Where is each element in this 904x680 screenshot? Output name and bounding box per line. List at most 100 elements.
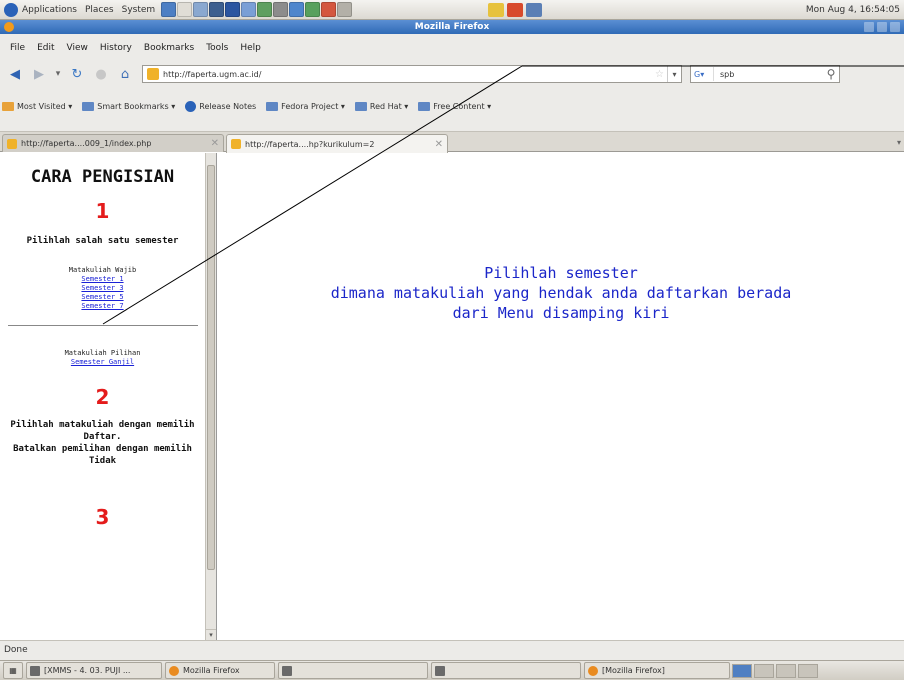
launcher-icon[interactable] <box>193 2 209 17</box>
back-button[interactable]: ◀ <box>6 65 24 83</box>
url-input[interactable]: http://faperta.ugm.ac.id/ <box>163 70 652 79</box>
tab-kurikulum[interactable]: http://faperta....hp?kurikulum=2 ✕ <box>226 134 448 153</box>
taskbar-item-firefox-2[interactable]: [Mozilla Firefox] <box>584 662 730 679</box>
launcher-icon[interactable] <box>273 2 289 17</box>
panel-clock[interactable]: Mon Aug 4, 16:54:05 <box>806 5 904 15</box>
folder-icon <box>2 102 14 111</box>
workspace-switcher-2[interactable] <box>754 663 774 678</box>
search-engine-icon[interactable]: G▾ <box>694 67 714 81</box>
firefox-icon <box>588 665 598 676</box>
bookmark-red-hat[interactable]: Red Hat ▾ <box>354 102 408 111</box>
bookmark-star-icon[interactable]: ☆ <box>652 69 667 80</box>
launcher-icon[interactable] <box>177 2 193 17</box>
launcher-icon[interactable] <box>321 2 337 17</box>
menu-view[interactable]: View <box>61 43 94 53</box>
navigation-toolbar: ◀ ▶ ▾ ↻ ● ⌂ http://faperta.ugm.ac.id/ ☆ … <box>0 62 904 86</box>
bookmark-most-visited[interactable]: Most Visited ▾ <box>2 102 72 111</box>
tab-close-icon[interactable]: ✕ <box>211 138 219 149</box>
scroll-down-icon[interactable]: ▾ <box>206 629 216 640</box>
window-icon <box>435 665 445 676</box>
history-dropdown-icon[interactable]: ▾ <box>54 65 62 83</box>
search-icon[interactable]: ⚲ <box>823 67 839 81</box>
launcher-icon[interactable] <box>305 2 321 17</box>
update-icon[interactable] <box>507 2 524 17</box>
main-message: Pilihlah semester dimana matakuliah yang… <box>218 263 904 323</box>
folder-icon <box>266 102 279 111</box>
site-favicon-icon <box>147 68 159 80</box>
taskbar-item-xmms[interactable]: [XMMS - 4. 03. PUJI ... <box>26 662 162 679</box>
pilihan-label: Matakuliah Pilihan <box>64 349 141 357</box>
url-bar[interactable]: http://faperta.ugm.ac.id/ ☆ ▾ <box>142 65 682 83</box>
launcher-icon[interactable] <box>257 2 273 17</box>
forward-button[interactable]: ▶ <box>30 65 48 83</box>
launcher-icon[interactable] <box>209 2 225 17</box>
maximize-icon[interactable] <box>877 22 887 32</box>
bookmark-fedora-project[interactable]: Fedora Project ▾ <box>266 102 345 111</box>
wajib-label: Matakuliah Wajib <box>68 266 137 274</box>
launcher-icon[interactable] <box>161 2 177 17</box>
search-bar[interactable]: G▾ spb ⚲ <box>690 65 840 83</box>
bookmark-smart-bookmarks[interactable]: Smart Bookmarks ▾ <box>82 102 175 111</box>
semester-ganjil-link[interactable]: Semester Ganjil <box>0 358 205 367</box>
bookmark-label: Fedora Project <box>281 102 339 111</box>
workspace-switcher-1[interactable] <box>732 663 752 678</box>
folder-icon <box>82 102 95 111</box>
semester-7-link[interactable]: Semester 7 <box>0 302 205 311</box>
window-titlebar[interactable]: Mozilla Firefox <box>0 20 904 34</box>
tab-label: http://faperta....009_1/index.php <box>21 139 152 148</box>
menu-bookmarks[interactable]: Bookmarks <box>138 43 200 53</box>
minimize-icon[interactable] <box>864 22 874 32</box>
menu-tools[interactable]: Tools <box>200 43 234 53</box>
workspace-switcher-4[interactable] <box>798 663 818 678</box>
launcher-icons <box>161 2 353 17</box>
tab-favicon-icon <box>231 139 241 149</box>
bookmark-label: Most Visited <box>17 102 66 111</box>
semester-1-link[interactable]: Semester 1 <box>0 275 205 284</box>
notes-icon[interactable] <box>488 2 505 17</box>
step-1-instruction: Pilihlah salah satu semester <box>26 236 179 246</box>
semester-3-link[interactable]: Semester 3 <box>0 284 205 293</box>
launcher-icon[interactable] <box>337 2 353 17</box>
tab-close-icon[interactable]: ✕ <box>435 139 443 150</box>
tab-list-icon[interactable]: ▾ <box>897 138 901 147</box>
menu-history[interactable]: History <box>94 43 138 53</box>
left-frame-scrollbar[interactable]: ▾ <box>205 153 216 640</box>
search-input[interactable]: spb <box>717 70 823 79</box>
show-desktop-button[interactable]: ▦ <box>3 662 23 679</box>
stop-button[interactable]: ● <box>92 65 110 83</box>
system-menu[interactable]: System <box>118 0 160 20</box>
taskbar-item-window[interactable] <box>278 662 428 679</box>
bookmark-label: Red Hat <box>369 102 402 111</box>
tab-strip: http://faperta....009_1/index.php ✕ http… <box>0 132 904 153</box>
tab-label: http://faperta....hp?kurikulum=2 <box>245 139 375 149</box>
menu-help[interactable]: Help <box>234 43 267 53</box>
launcher-icon[interactable] <box>241 2 257 17</box>
taskbar-label: Mozilla Firefox <box>183 666 240 675</box>
tab-index[interactable]: http://faperta....009_1/index.php ✕ <box>2 134 224 152</box>
network-icon[interactable] <box>526 2 543 17</box>
menu-file[interactable]: File <box>4 43 31 53</box>
applications-label: Applications <box>22 4 77 15</box>
semester-5-link[interactable]: Semester 5 <box>0 293 205 302</box>
scrollbar-thumb[interactable] <box>207 165 215 570</box>
folder-icon <box>354 102 367 111</box>
bookmark-release-notes[interactable]: Release Notes <box>185 101 256 112</box>
bookmark-free-content[interactable]: Free Content ▾ <box>418 102 491 111</box>
launcher-icon[interactable] <box>225 2 241 17</box>
main-message-line: dimana matakuliah yang hendak anda dafta… <box>330 284 792 302</box>
taskbar-item-window[interactable] <box>431 662 581 679</box>
close-icon[interactable] <box>890 22 900 32</box>
tab-favicon-icon <box>7 138 17 149</box>
taskbar-item-firefox[interactable]: Mozilla Firefox <box>165 662 275 679</box>
launcher-icon[interactable] <box>289 2 305 17</box>
url-dropdown-icon[interactable]: ▾ <box>667 66 681 82</box>
bookmark-label: Smart Bookmarks <box>97 102 169 111</box>
reload-button[interactable]: ↻ <box>68 65 86 83</box>
workspace-switcher-3[interactable] <box>776 663 796 678</box>
places-menu[interactable]: Places <box>81 0 118 20</box>
gnome-top-panel: Applications Places System Mon Aug 4, 16… <box>0 0 904 20</box>
window-title: Mozilla Firefox <box>414 22 490 32</box>
menu-edit[interactable]: Edit <box>31 43 60 53</box>
home-button[interactable]: ⌂ <box>116 65 134 83</box>
applications-menu[interactable]: Applications <box>0 0 81 20</box>
